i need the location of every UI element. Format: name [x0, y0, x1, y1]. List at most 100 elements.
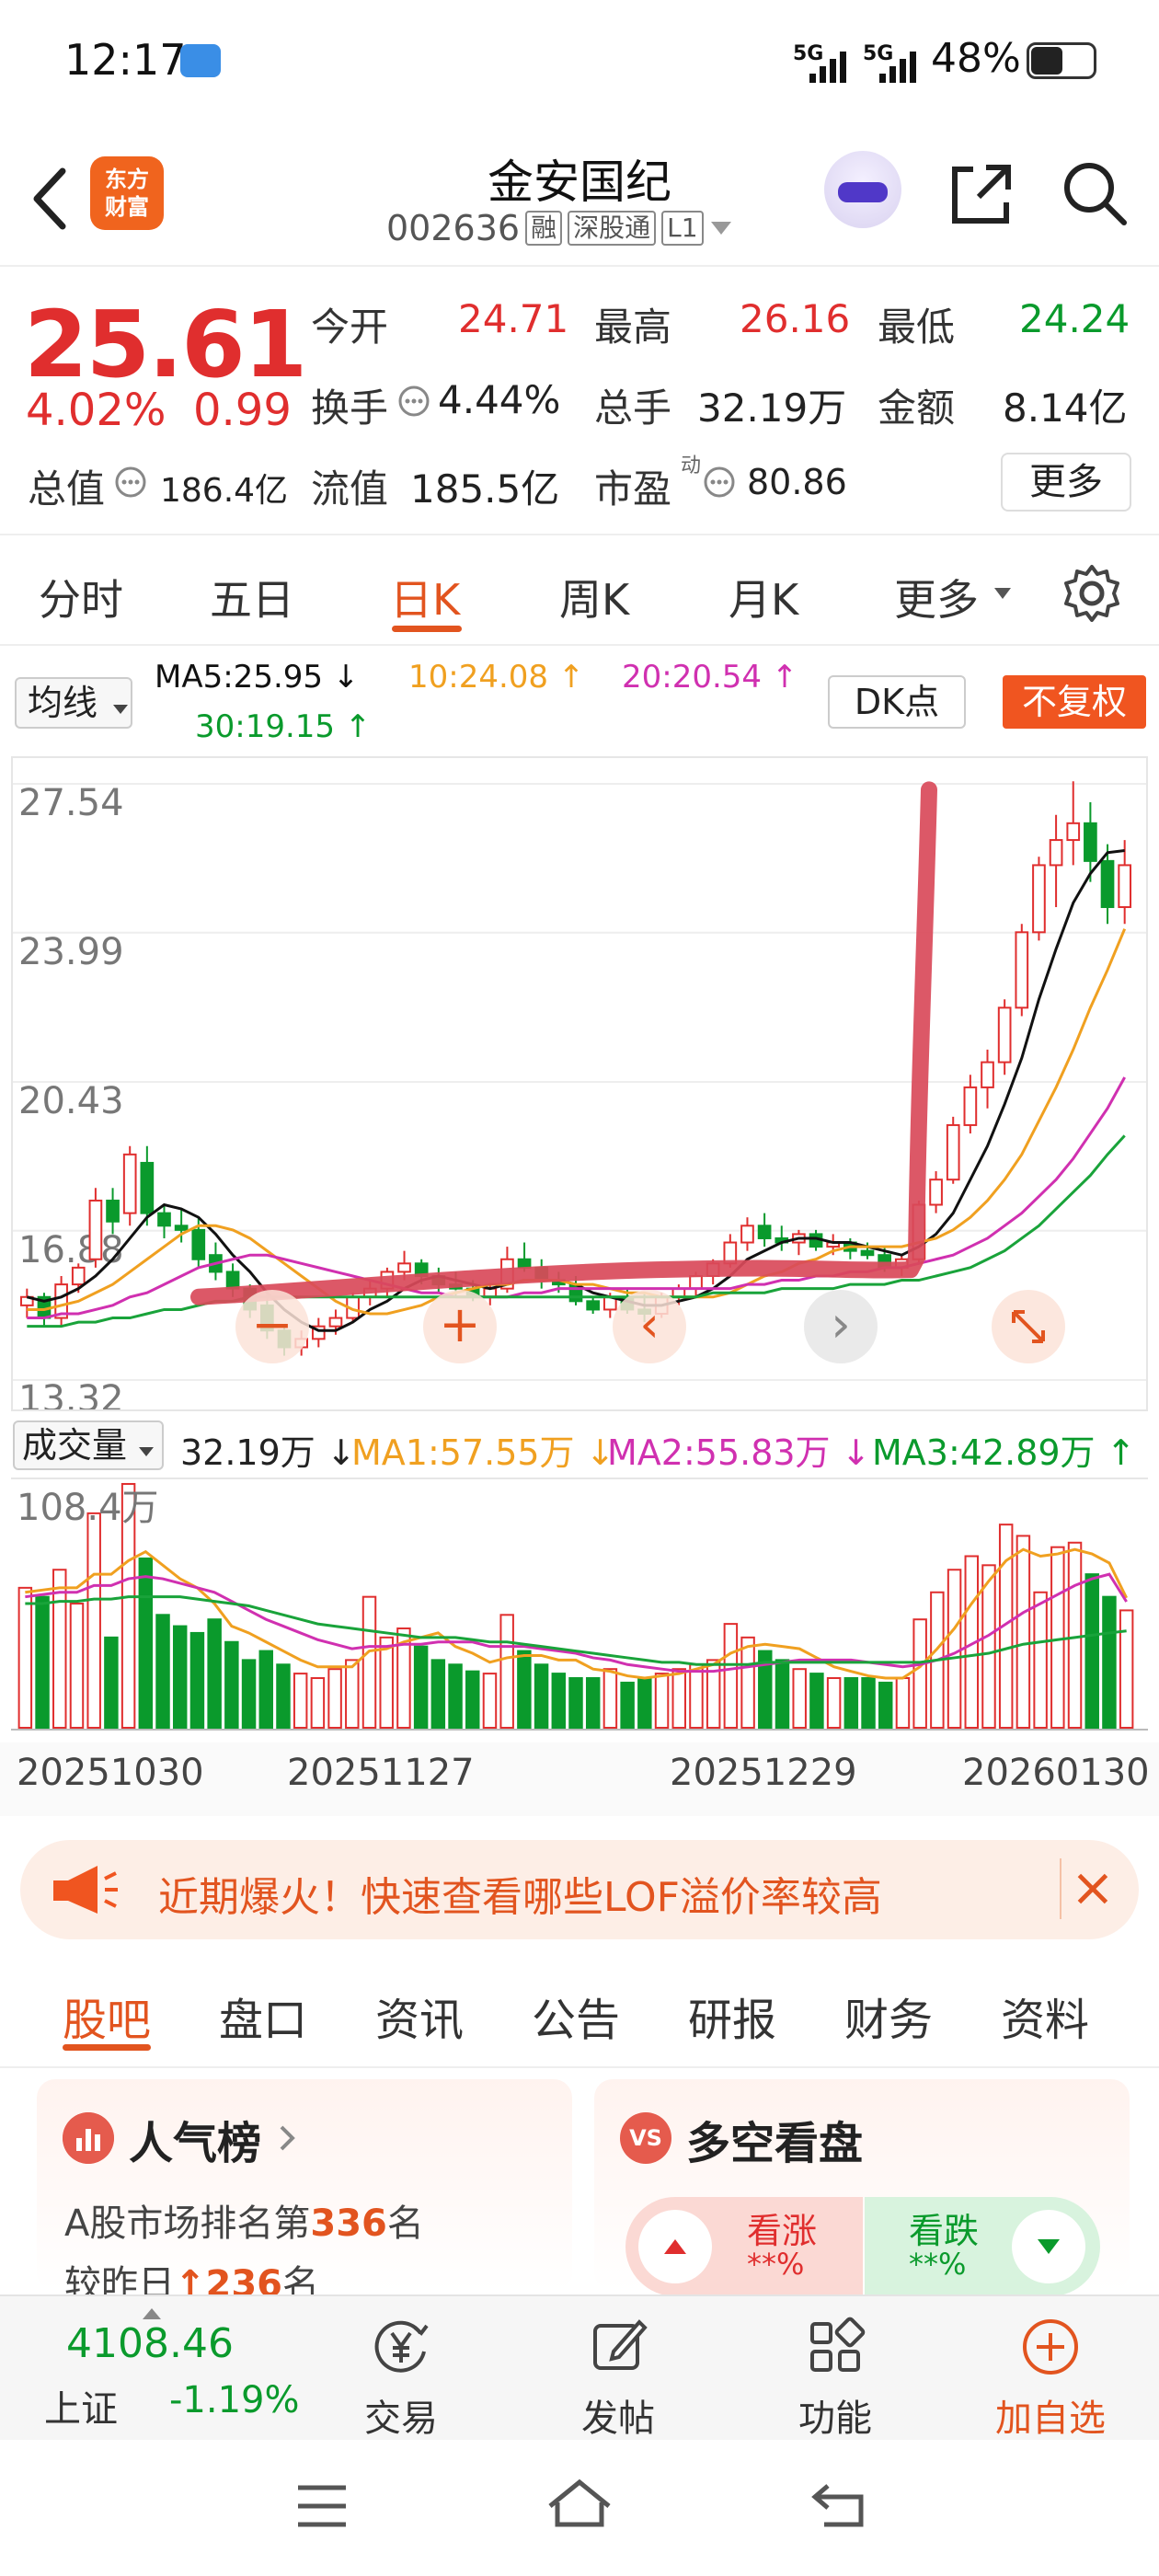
volume-legend: 成交量 32.19万 ↓ MA1:57.55万 ↓ MA2:55.83万 ↓ M… — [0, 1417, 1159, 1473]
chart-period-tabs: 分时 五日 日K 周K 月K 更多 — [0, 537, 1159, 646]
scroll-right-button[interactable]: › — [804, 1290, 878, 1363]
scroll-left-button[interactable]: ‹ — [613, 1290, 686, 1363]
indicator-select[interactable]: 均线 — [15, 677, 132, 729]
promo-banner[interactable]: 近期爆火！快速查看哪些LOF溢价率较高 — [20, 1840, 1139, 1939]
rise-label: 看涨 — [747, 2211, 818, 2251]
candle-body — [517, 1258, 532, 1269]
tab-profile[interactable]: 资料 — [1001, 1984, 1089, 2048]
mcap-label: 总值 — [28, 466, 106, 512]
trade-button[interactable]: 交易 — [318, 2315, 484, 2442]
signal-bars-icon — [879, 52, 916, 83]
tab-five-day[interactable]: 五日 — [210, 567, 294, 627]
volume-bar — [207, 1618, 222, 1729]
tab-intraday[interactable]: 分时 — [39, 567, 123, 627]
rank-line: A股市场排名第336名 — [64, 2193, 424, 2247]
more-quote-button[interactable]: 更多 — [1001, 453, 1131, 512]
volume-bar — [517, 1650, 532, 1729]
vote-rise-button[interactable]: 看涨 **% — [625, 2197, 863, 2296]
back-arrow-icon[interactable] — [26, 162, 81, 236]
volume-bar — [775, 1659, 790, 1729]
ma20-value: 20:20.54 ↑ — [622, 659, 798, 696]
stock-code: 002636 — [386, 208, 521, 248]
chevron-down-icon — [113, 705, 129, 714]
menu-icon[interactable] — [294, 2480, 350, 2532]
tab-monthly-k[interactable]: 月K — [729, 567, 798, 627]
share-icon[interactable] — [946, 158, 1017, 230]
volume-bar — [1067, 1541, 1083, 1729]
info-icon[interactable] — [703, 466, 736, 499]
fullscreen-button[interactable] — [992, 1290, 1065, 1363]
home-icon[interactable] — [546, 2477, 613, 2532]
pe-label: 市盈 — [594, 466, 672, 512]
volume-bar — [637, 1677, 652, 1729]
sentiment-title: 多空看盘 — [686, 2118, 864, 2169]
post-button[interactable]: 发帖 — [535, 2315, 701, 2442]
change-percent: 4.02% — [26, 385, 166, 436]
volume-indicator-select[interactable]: 成交量 — [13, 1420, 165, 1470]
zoom-in-button[interactable]: + — [423, 1290, 497, 1363]
volume-chart[interactable]: 108.4万 — [11, 1478, 1148, 1735]
tab-forum[interactable]: 股吧 — [63, 1984, 151, 2048]
signal-bars-icon — [809, 52, 846, 83]
last-price: 25.61 — [24, 291, 307, 398]
volume-bar — [430, 1659, 446, 1729]
index-ticker[interactable]: 4108.46 上证 -1.19% — [22, 2306, 316, 2434]
ai-assistant-icon[interactable] — [824, 151, 901, 228]
volume-bar — [189, 1631, 205, 1729]
candle-body — [157, 1212, 171, 1227]
volume-bar — [654, 1673, 670, 1729]
tab-daily-k[interactable]: 日K — [390, 567, 460, 627]
popularity-card[interactable]: 人气榜 A股市场排名第336名 较昨日↑236名 — [37, 2079, 572, 2306]
mcap-value: 186.4亿 — [160, 472, 289, 510]
vote-fall-button[interactable]: 看跌 **% — [865, 2197, 1100, 2296]
tab-weekly-k[interactable]: 周K — [559, 567, 629, 627]
tab-research[interactable]: 研报 — [688, 1984, 776, 2048]
ma-line-ma5 — [26, 848, 1125, 1332]
volume-indicator-label: 成交量 — [22, 1425, 128, 1466]
tab-announcements[interactable]: 公告 — [532, 1984, 620, 2048]
quote-panel: 25.61 4.02% 0.99 今开 24.71 最高 26.16 最低 24… — [0, 269, 1159, 535]
chevron-down-icon — [139, 1447, 155, 1456]
tab-news[interactable]: 资讯 — [375, 1984, 464, 2048]
yuan-circle-icon — [374, 2320, 429, 2373]
turnover-label: 换手 — [311, 385, 389, 431]
volume-bar — [172, 1625, 188, 1730]
logo-text-1: 东方 — [105, 167, 149, 192]
no-adjust-button[interactable]: 不复权 — [1003, 675, 1146, 729]
volume-bar — [740, 1636, 755, 1729]
volume-bar — [69, 1603, 85, 1729]
rank-suffix: 名 — [386, 2202, 424, 2245]
info-icon[interactable] — [397, 385, 430, 418]
status-bar: 12:17 5G 5G 48% — [0, 0, 1159, 129]
rise-percent: **% — [747, 2247, 805, 2282]
info-icon[interactable] — [114, 466, 147, 499]
back-icon[interactable] — [809, 2478, 868, 2530]
volume-bar — [723, 1623, 739, 1729]
amount-value: 8.14亿 — [1003, 385, 1128, 431]
candle-body — [1066, 822, 1081, 842]
high-label: 最高 — [594, 305, 672, 350]
zoom-out-button[interactable]: − — [235, 1290, 309, 1363]
ma-line-ma10 — [27, 928, 1127, 1316]
function-button[interactable]: 功能 — [752, 2315, 918, 2442]
tab-more[interactable]: 更多 — [894, 567, 979, 627]
dk-point-button[interactable]: DK点 — [828, 675, 966, 729]
battery-percent: 48% — [931, 35, 1021, 82]
y-tick-label: 20.43 — [18, 1080, 124, 1122]
candle-body — [1049, 839, 1063, 867]
tab-financials[interactable]: 财务 — [844, 1984, 933, 2048]
nav-button-glyph: ‹ — [639, 1295, 660, 1353]
add-watchlist-button[interactable]: 加自选 — [968, 2315, 1133, 2442]
trade-label: 交易 — [364, 2398, 438, 2440]
search-icon[interactable] — [1058, 156, 1131, 230]
app-logo[interactable]: 东方 财富 — [90, 156, 164, 230]
tab-orderbook[interactable]: 盘口 — [219, 1984, 307, 2048]
grid-icon — [810, 2317, 866, 2372]
stock-code-line[interactable]: 002636 融 深股通 L1 — [386, 208, 733, 248]
gear-icon[interactable] — [1061, 563, 1122, 624]
candle-body — [757, 1225, 772, 1239]
volume-bar — [551, 1673, 567, 1729]
triangle-up-small-icon — [143, 2308, 161, 2319]
close-icon[interactable] — [1060, 1858, 1120, 1919]
candlestick-chart[interactable]: 27.54 23.99 20.43 16.88 13.32− + ‹ › — [11, 756, 1148, 1420]
